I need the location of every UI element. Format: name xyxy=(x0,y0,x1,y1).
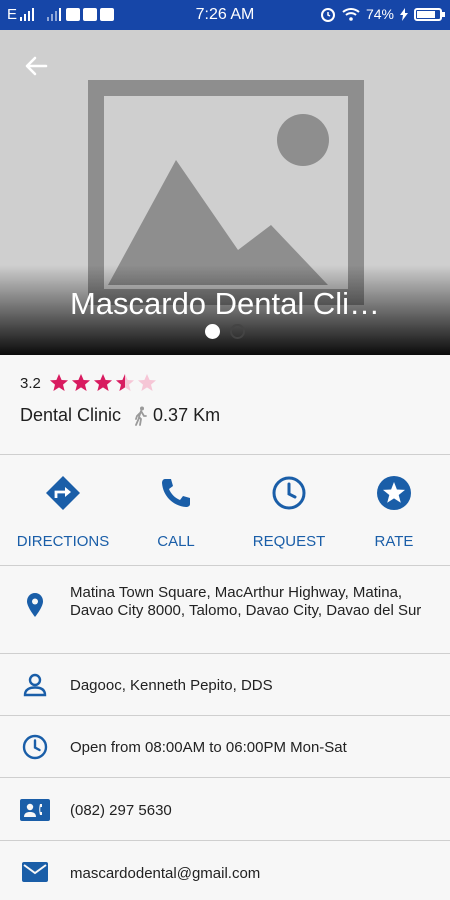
page-title: Mascardo Dental Cli… xyxy=(69,286,381,321)
address-text: Matina Town Square, MacArthur Highway, M… xyxy=(70,584,422,619)
request-label: REQUEST xyxy=(252,533,326,550)
contact-phone-icon xyxy=(20,799,50,821)
email-icon xyxy=(22,862,48,882)
phone-row[interactable]: (082) 297 5630 xyxy=(0,778,450,841)
location-pin-icon xyxy=(27,593,43,617)
rate-button[interactable]: RATE xyxy=(352,455,436,566)
call-label: CALL xyxy=(157,533,195,550)
email-row[interactable]: mascardodental@gmail.com xyxy=(0,841,450,900)
battery-percent: 74% xyxy=(365,6,394,22)
walking-icon xyxy=(135,406,147,426)
call-button[interactable]: CALL xyxy=(126,455,226,566)
phone-icon xyxy=(162,479,190,507)
pager-dot[interactable] xyxy=(205,324,220,339)
charging-icon xyxy=(400,7,408,21)
star-icon xyxy=(93,374,112,391)
address-row[interactable]: Matina Town Square, MacArthur Highway, M… xyxy=(0,566,450,654)
person-icon xyxy=(23,673,47,697)
star-icon xyxy=(137,374,156,391)
star-circle-icon xyxy=(377,476,411,510)
phone-text: (082) 297 5630 xyxy=(70,802,172,819)
directions-button[interactable]: DIRECTIONS xyxy=(0,455,126,566)
status-right: 74% xyxy=(320,6,445,22)
action-bar: DIRECTIONS CALL REQUEST RATE xyxy=(0,455,450,566)
category-row: Dental Clinic 0.37 Km xyxy=(20,405,220,426)
doctor-text: Dagooc, Kenneth Pepito, DDS xyxy=(70,677,273,694)
directions-label: DIRECTIONS xyxy=(16,533,110,550)
image-pager[interactable] xyxy=(0,324,450,339)
clock-icon xyxy=(22,734,48,760)
rating-stars xyxy=(49,373,157,393)
request-button[interactable]: REQUEST xyxy=(226,455,352,566)
hours-text: Open from 08:00AM to 06:00PM Mon-Sat xyxy=(70,739,347,756)
alarm-icon xyxy=(320,8,335,22)
battery-icon xyxy=(414,7,445,21)
rating-row: 3.2 xyxy=(20,373,157,393)
category-label: Dental Clinic xyxy=(20,405,122,425)
header-image[interactable]: Mascardo Dental Cli… xyxy=(0,30,450,355)
rate-label: RATE xyxy=(374,533,414,550)
battery-fill xyxy=(417,10,435,18)
directions-icon xyxy=(46,476,80,510)
clock-icon xyxy=(272,476,306,510)
back-arrow-icon[interactable] xyxy=(20,50,52,82)
star-icon xyxy=(115,374,134,391)
status-bar: E 7:26 AM 74% xyxy=(0,0,450,30)
hours-row: Open from 08:00AM to 06:00PM Mon-Sat xyxy=(0,716,450,778)
rating-value: 3.2 xyxy=(20,374,41,392)
doctor-row: Dagooc, Kenneth Pepito, DDS xyxy=(0,654,450,716)
clinic-summary: 3.2 Dental Clinic 0.37 Km xyxy=(0,355,450,455)
wifi-icon xyxy=(342,8,360,21)
email-text: mascardodental@gmail.com xyxy=(70,865,261,882)
star-icon xyxy=(49,374,68,391)
distance-label: 0.37 Km xyxy=(153,405,221,425)
star-icon xyxy=(71,374,90,391)
pager-dot[interactable] xyxy=(230,324,245,339)
